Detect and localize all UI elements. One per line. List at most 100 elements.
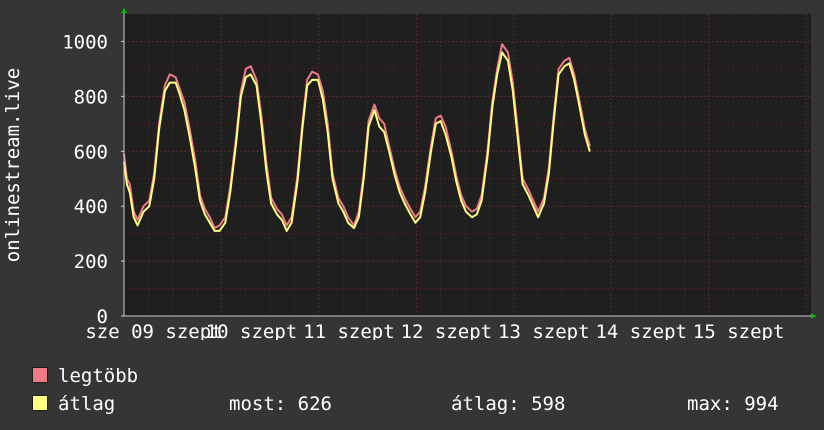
data-point (245, 68, 247, 70)
data-point (414, 216, 416, 218)
y-axis-arrow (121, 8, 127, 13)
data-point (512, 90, 514, 92)
data-point (399, 191, 401, 194)
data-point (568, 62, 570, 65)
data-point (383, 123, 385, 125)
data-point (573, 73, 575, 75)
data-point (563, 65, 566, 67)
data-point (214, 230, 216, 232)
x-tick-label: 15 szept (693, 321, 785, 340)
data-point (317, 73, 319, 75)
data-point (164, 90, 166, 92)
data-point (188, 125, 190, 128)
data-point (322, 98, 324, 100)
data-point (517, 136, 519, 139)
data-point (548, 172, 550, 174)
data-point (496, 73, 498, 75)
data-point (178, 93, 181, 95)
x-tick-label: 14 szept (595, 321, 687, 340)
data-point (409, 213, 412, 216)
data-point (537, 216, 539, 218)
x-tick-label: 10 szept (206, 321, 298, 340)
data-point (589, 150, 591, 152)
data-point (164, 84, 166, 86)
data-point (367, 120, 370, 122)
data-point (521, 183, 524, 185)
data-point (578, 104, 580, 106)
data-point (281, 213, 283, 216)
data-point (218, 224, 221, 226)
data-point (435, 117, 437, 119)
y-axis-label: onlinestream.live (2, 68, 24, 262)
data-point (175, 82, 177, 84)
data-point (342, 205, 344, 207)
data-point (137, 224, 139, 226)
data-point (460, 200, 462, 202)
plot-area (124, 14, 811, 316)
data-point (169, 82, 171, 84)
y-tick-label: 400 (74, 196, 108, 218)
data-point (563, 60, 566, 62)
average-value: átlag: 598 (451, 393, 566, 415)
x-tick-label: 12 szept (401, 321, 493, 340)
data-point (378, 125, 380, 128)
data-point (507, 51, 509, 54)
y-tick-labels: 02004006008001000 (62, 31, 124, 328)
data-point (367, 125, 370, 128)
data-point (589, 145, 591, 147)
data-point (532, 200, 534, 202)
data-point (584, 134, 586, 136)
data-point (331, 178, 334, 180)
data-point (543, 202, 545, 205)
data-point (286, 224, 288, 226)
data-point (476, 213, 478, 216)
data-point (527, 194, 530, 196)
data-point (424, 191, 426, 194)
data-point (444, 134, 447, 136)
data-point (306, 84, 308, 86)
data-point (126, 183, 128, 185)
data-point (558, 73, 560, 75)
data-point (363, 178, 365, 180)
data-point (281, 219, 283, 221)
data-point (465, 211, 467, 213)
data-point (383, 131, 385, 133)
legend-row-max: legtöbb (30, 362, 810, 390)
avg-label: átlag (58, 393, 116, 415)
legend-row-avg: átlag most: 626 átlag: 598 max: 994 (30, 390, 810, 418)
data-point (322, 90, 324, 92)
y-tick-label: 800 (74, 86, 108, 108)
data-point (347, 216, 349, 218)
data-point (491, 106, 493, 108)
data-point (276, 213, 278, 216)
data-point (399, 186, 401, 188)
data-point (471, 211, 473, 213)
data-point (183, 101, 186, 103)
data-point (286, 230, 288, 232)
legend: legtöbb átlag most: 626 átlag: 598 max: … (30, 362, 810, 418)
data-point (235, 142, 237, 144)
chart: 02004006008001000 sze 09 szept10 szept 11… (2, 8, 816, 340)
data-point (178, 87, 181, 89)
data-point (342, 211, 344, 213)
data-point (404, 202, 406, 205)
data-point (133, 216, 135, 218)
data-point (137, 219, 139, 221)
data-point (270, 202, 272, 205)
data-point (373, 104, 376, 106)
data-point (317, 79, 319, 81)
data-point (158, 128, 160, 130)
data-point (240, 95, 242, 97)
x-tick-label: sze 09 szept (85, 321, 222, 340)
data-point (430, 150, 432, 152)
data-point (311, 71, 313, 73)
data-point (527, 189, 530, 191)
data-point (558, 68, 560, 70)
data-point (347, 222, 349, 224)
data-point (465, 205, 467, 207)
data-point (209, 222, 211, 224)
data-point (188, 134, 190, 136)
data-point (450, 156, 453, 158)
data-point (353, 227, 355, 229)
current-value: most: 626 (229, 393, 332, 415)
